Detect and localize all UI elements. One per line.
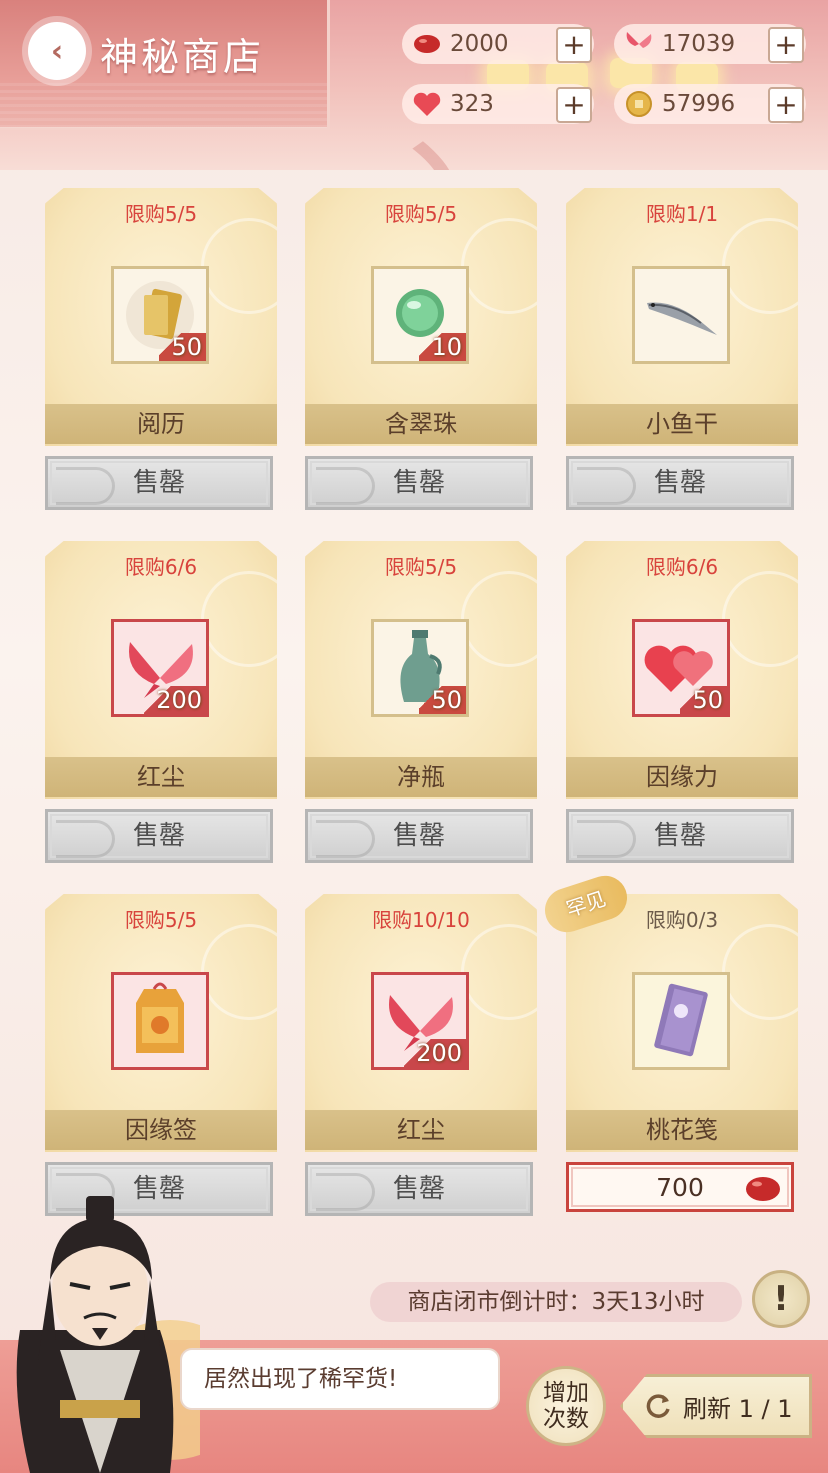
item-icon-frame: 50 — [111, 266, 209, 364]
sold-out-button[interactable]: 售罄 — [45, 456, 273, 510]
shop-item-card[interactable]: 限购1/1 小鱼干 售罄 — [566, 188, 798, 518]
purchase-limit: 限购10/10 — [372, 908, 470, 932]
purchase-limit: 限购1/1 — [645, 202, 719, 226]
red-bean-icon — [746, 1177, 780, 1201]
buy-price-button[interactable]: 700 — [566, 1162, 794, 1212]
shop-item-card[interactable]: 罕见 限购0/3 桃花笺 700 — [539, 870, 798, 1224]
red-bean-icon — [410, 27, 444, 61]
item-icon-frame: 200 — [371, 972, 469, 1070]
item-quantity: 200 — [404, 1039, 466, 1067]
item-quantity: 50 — [159, 333, 206, 361]
sold-out-button[interactable]: 售罄 — [305, 809, 533, 863]
item-name: 因缘签 — [45, 1110, 277, 1150]
shop-item-card[interactable]: 限购6/6 50 因缘力 售罄 — [566, 541, 798, 871]
purchase-limit: 限购6/6 — [645, 555, 719, 579]
coin-icon — [622, 87, 656, 121]
refresh-label: 刷新 1 / 1 — [683, 1394, 793, 1423]
back-arrow-icon: ‹ — [50, 33, 64, 69]
item-name: 小鱼干 — [566, 404, 798, 444]
butterfly-icon — [622, 27, 656, 61]
item-icon-frame — [632, 972, 730, 1070]
item-icon-frame: 10 — [371, 266, 469, 364]
purchase-limit: 限购5/5 — [124, 202, 198, 226]
add-butterfly-button[interactable]: + — [768, 27, 804, 63]
shop-item-card[interactable]: 限购10/10 200 红尘 售罄 — [305, 894, 537, 1224]
sold-out-button[interactable]: 售罄 — [45, 809, 273, 863]
shop-close-countdown: 商店闭市倒计时：3天13小时 — [370, 1282, 742, 1322]
sold-out-button[interactable]: 售罄 — [305, 1162, 533, 1216]
item-icon-frame — [111, 972, 209, 1070]
price-value: 700 — [656, 1172, 704, 1202]
item-name: 因缘力 — [566, 757, 798, 797]
add-count-label-line2: 次数 — [543, 1406, 589, 1432]
item-name: 净瓶 — [305, 757, 537, 797]
add-count-label-line1: 增加 — [543, 1379, 589, 1406]
shop-item-card[interactable]: 限购5/5 50 阅历 售罄 — [45, 188, 277, 518]
item-name: 阅历 — [45, 404, 277, 444]
item-quantity: 10 — [419, 333, 466, 361]
item-quantity: 200 — [144, 686, 206, 714]
item-icon-frame: 50 — [371, 619, 469, 717]
dried-fish-icon — [647, 302, 717, 335]
item-icon-frame: 200 — [111, 619, 209, 717]
item-quantity: 50 — [680, 686, 727, 714]
shop-item-card[interactable]: 限购6/6 200 红尘 售罄 — [45, 541, 277, 871]
add-refresh-count-button[interactable]: 增加 次数 — [526, 1366, 606, 1446]
purchase-limit: 限购6/6 — [124, 555, 198, 579]
refresh-button[interactable]: 刷新 1 / 1 — [620, 1374, 812, 1438]
purchase-limit: 限购5/5 — [124, 908, 198, 932]
sold-out-button[interactable]: 售罄 — [566, 809, 794, 863]
sold-out-button[interactable]: 售罄 — [566, 456, 794, 510]
item-icon-frame: 50 — [632, 619, 730, 717]
npc-speech-bubble: 居然出现了稀罕货! — [180, 1348, 500, 1410]
item-name: 红尘 — [45, 757, 277, 797]
purchase-limit: 限购0/3 — [645, 908, 719, 932]
shop-item-card[interactable]: 限购5/5 10 含翠珠 售罄 — [305, 188, 537, 518]
add-red-bean-button[interactable]: + — [556, 27, 592, 63]
item-name: 桃花笺 — [566, 1110, 798, 1150]
letter-paper-icon — [654, 983, 708, 1057]
merchant-character-avatar — [16, 1196, 200, 1473]
purchase-limit: 限购5/5 — [384, 555, 458, 579]
title-plate: ‹ 神秘商店 — [0, 0, 330, 130]
add-coin-button[interactable]: + — [768, 87, 804, 123]
refresh-icon — [646, 1394, 670, 1418]
shop-item-card[interactable]: 限购5/5 因缘签 售罄 — [45, 894, 277, 1224]
back-button[interactable]: ‹ — [28, 22, 86, 80]
page-title: 神秘商店 — [100, 35, 265, 79]
purchase-limit: 限购5/5 — [384, 202, 458, 226]
info-button[interactable]: ! — [752, 1270, 810, 1328]
add-heart-button[interactable]: + — [556, 87, 592, 123]
heart-icon — [410, 87, 444, 121]
item-name: 含翠珠 — [305, 404, 537, 444]
item-name: 红尘 — [305, 1110, 537, 1150]
amulet-icon — [136, 982, 184, 1053]
item-quantity: 50 — [419, 686, 466, 714]
shop-item-card[interactable]: 限购5/5 50 净瓶 售罄 — [305, 541, 537, 871]
item-icon-frame — [632, 266, 730, 364]
sold-out-button[interactable]: 售罄 — [305, 456, 533, 510]
